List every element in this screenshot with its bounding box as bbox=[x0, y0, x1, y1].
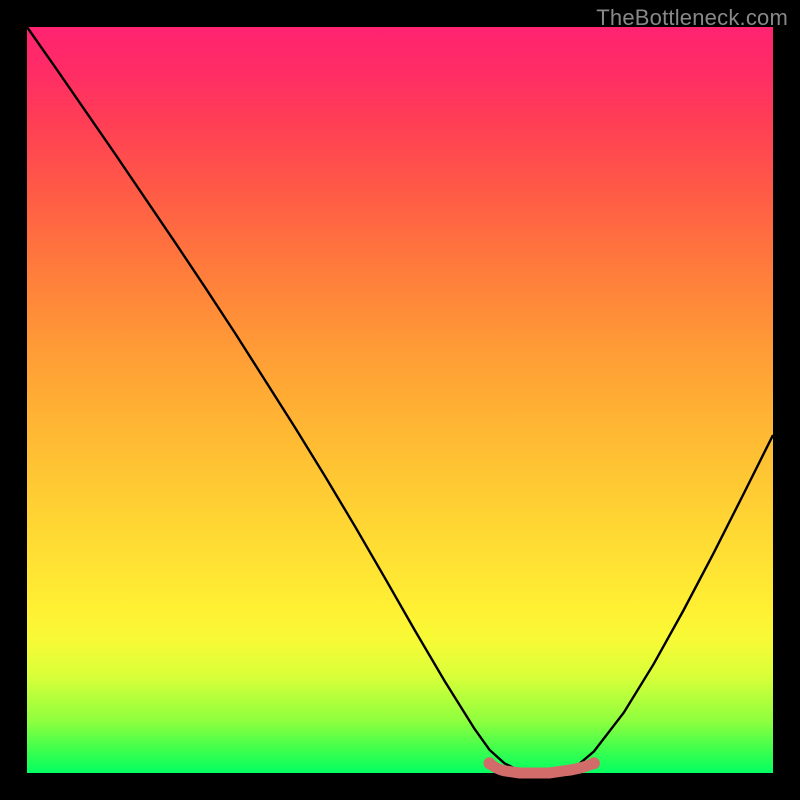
chart-overlay bbox=[27, 27, 773, 773]
watermark-text: TheBottleneck.com bbox=[596, 5, 788, 31]
chart-frame: TheBottleneck.com bbox=[0, 0, 800, 800]
bottleneck-curve bbox=[27, 27, 773, 773]
